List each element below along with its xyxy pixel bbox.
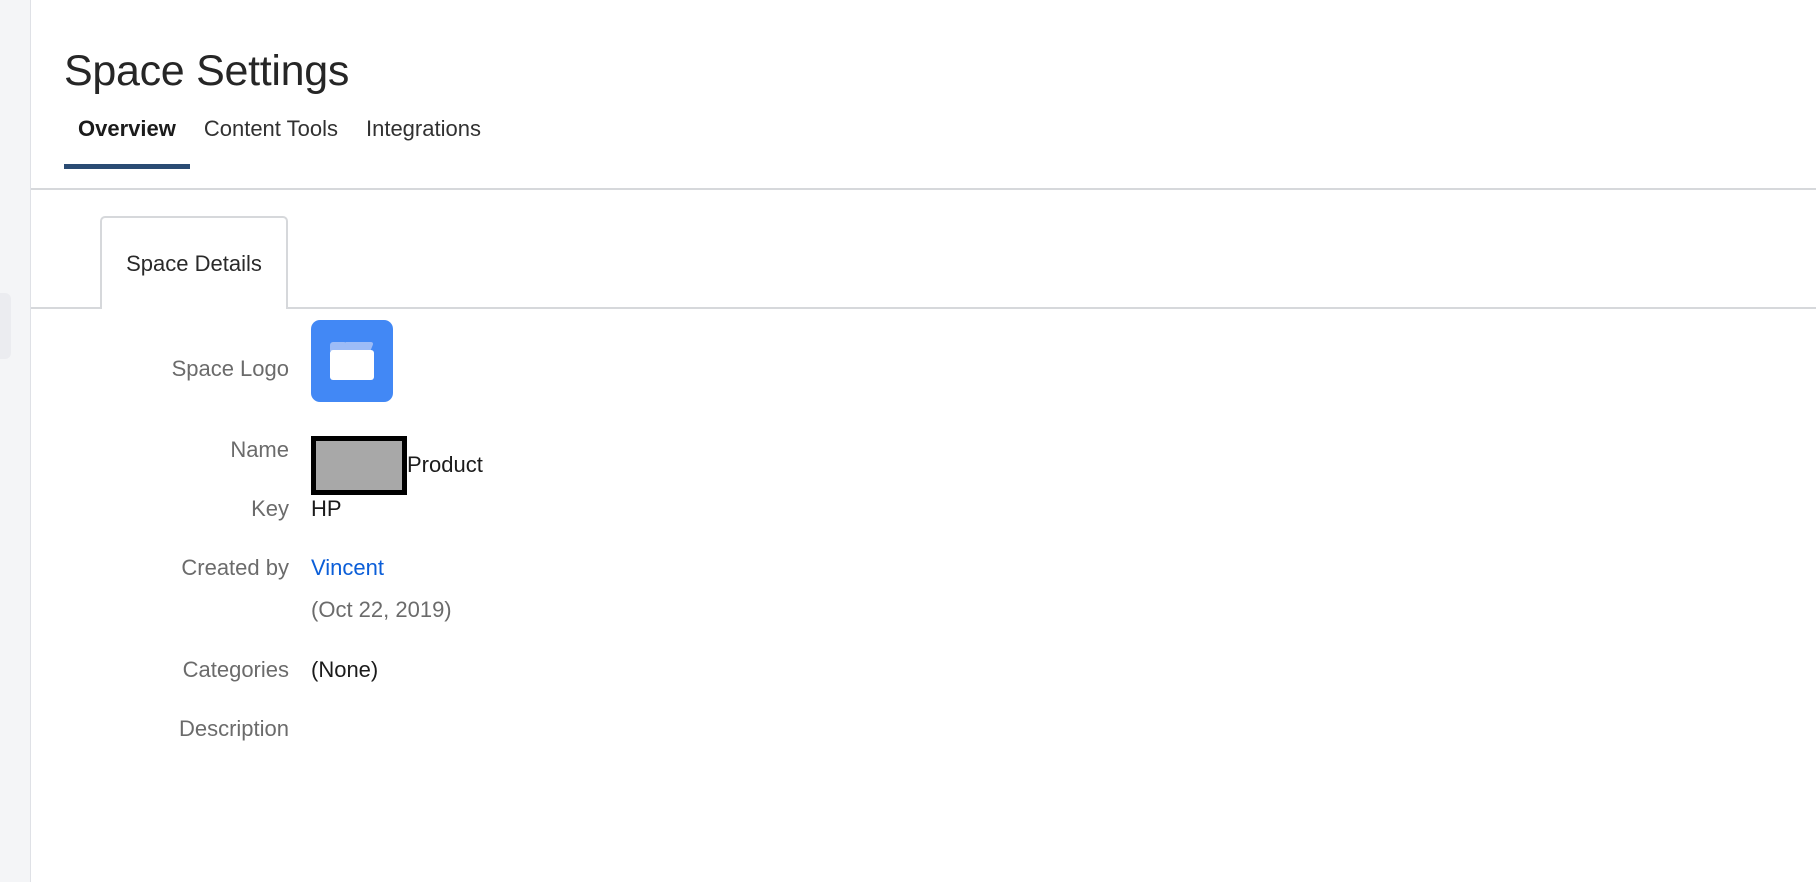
- subtab-strip: [31, 307, 1816, 309]
- tab-space-details[interactable]: Space Details: [100, 216, 288, 309]
- tab-integrations-label: Integrations: [365, 116, 481, 141]
- created-by-label: Created by: [181, 555, 289, 580]
- row-name: Name Product: [31, 436, 483, 495]
- key-label: Key: [251, 496, 289, 521]
- categories-label: Categories: [182, 657, 289, 682]
- folder-icon[interactable]: [311, 320, 393, 402]
- space-settings-page: Space Settings Overview Content Tools In…: [0, 0, 1816, 882]
- categories-value: (None): [311, 657, 379, 682]
- name-redaction-box: [311, 436, 407, 495]
- primary-tab-bar: Overview Content Tools Integrations: [31, 100, 1816, 190]
- sidebar-collapse-handle[interactable]: [0, 293, 11, 359]
- name-text: Product: [407, 452, 483, 478]
- row-categories: Categories (None): [31, 656, 379, 685]
- key-value: HP: [311, 496, 342, 521]
- name-value-wrap: Product: [311, 436, 483, 495]
- tab-content-tools[interactable]: Content Tools: [190, 108, 352, 169]
- row-key: Key HP: [31, 495, 342, 524]
- name-label: Name: [230, 437, 289, 462]
- row-description: Description: [31, 715, 311, 744]
- page-title: Space Settings: [64, 46, 350, 95]
- folder-glyph: [330, 342, 374, 380]
- tab-list: Overview Content Tools Integrations: [64, 108, 495, 169]
- tab-space-details-label: Space Details: [126, 250, 262, 276]
- space-logo-label: Space Logo: [171, 356, 289, 381]
- name-value: Product: [311, 436, 483, 495]
- tab-content-tools-label: Content Tools: [203, 116, 338, 141]
- row-created-date: (Oct 22, 2019): [31, 596, 452, 625]
- folder-body-shape: [330, 350, 374, 380]
- row-created-by: Created by Vincent: [31, 554, 384, 583]
- created-date-value: (Oct 22, 2019): [311, 597, 452, 622]
- created-by-user-link[interactable]: Vincent: [311, 554, 384, 583]
- tab-overview[interactable]: Overview: [64, 108, 190, 169]
- description-label: Description: [178, 716, 289, 741]
- sidebar-rail: [0, 0, 31, 882]
- tab-integrations[interactable]: Integrations: [352, 108, 495, 169]
- tab-overview-label: Overview: [78, 116, 176, 141]
- space-logo-value: [311, 320, 393, 402]
- created-by-value: Vincent: [311, 554, 384, 583]
- row-space-logo: Space Logo: [31, 320, 393, 402]
- main-content: Space Settings Overview Content Tools In…: [31, 0, 1816, 882]
